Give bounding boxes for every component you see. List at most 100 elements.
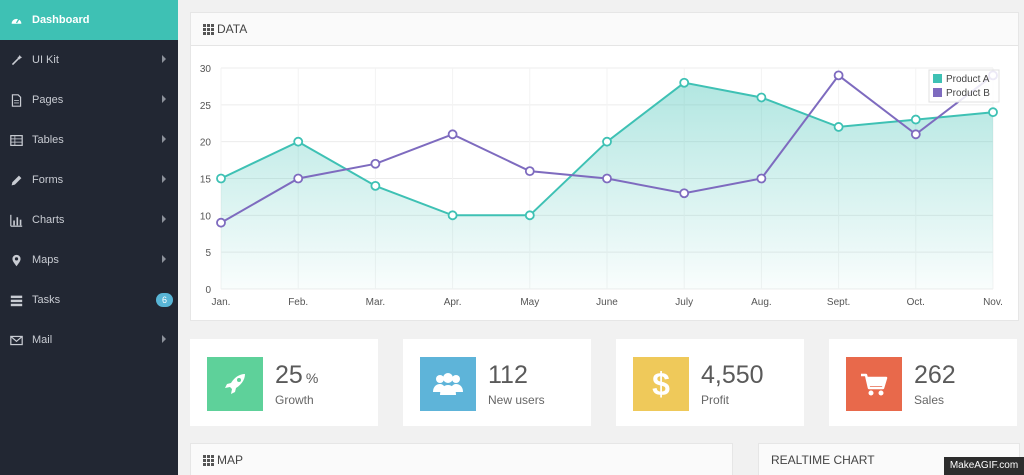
pencil-icon bbox=[8, 172, 24, 188]
data-point-series-1 bbox=[602, 136, 612, 147]
line-chart: 0 5 10 15 20 25 30 Jan. Feb. Mar. Apr. May June July A… bbox=[200, 64, 1003, 308]
sidebar-item-mail[interactable]: Mail bbox=[0, 320, 178, 360]
sidebar-item-maps[interactable]: Maps bbox=[0, 240, 178, 280]
stat-card-growth: 25% Growth bbox=[190, 339, 378, 426]
stat-unit: % bbox=[305, 370, 319, 386]
stat-card-profit: $ 4,550 Profit bbox=[616, 339, 804, 426]
sidebar-item-label: Maps bbox=[32, 254, 59, 266]
x-tick-label: Aug. bbox=[751, 297, 772, 308]
stat-icon-box: $ bbox=[633, 357, 689, 411]
users-icon bbox=[433, 373, 463, 395]
x-tick-label: Mar. bbox=[366, 297, 385, 308]
data-point-series-1 bbox=[679, 77, 690, 88]
stat-card-new-users: 112 New users bbox=[403, 339, 591, 426]
envelope-icon bbox=[8, 332, 24, 348]
rocket-icon bbox=[225, 374, 245, 394]
stat-value: 25% bbox=[275, 361, 318, 390]
sidebar-item-tasks[interactable]: Tasks 6 bbox=[0, 280, 178, 320]
data-point-series-2 bbox=[833, 70, 844, 81]
map-panel-header: MAP bbox=[191, 444, 732, 475]
sidebar-item-label: Dashboard bbox=[32, 14, 90, 26]
sidebar: Dashboard UI Kit Pages Tables Forms Char… bbox=[0, 0, 178, 475]
data-point-series-1 bbox=[988, 107, 998, 118]
tasks-count-badge: 6 bbox=[156, 293, 173, 307]
chevron-right-icon bbox=[162, 255, 166, 263]
x-tick-label: July bbox=[675, 297, 693, 308]
chevron-right-icon bbox=[162, 215, 166, 223]
y-tick-label: 30 bbox=[200, 64, 212, 75]
data-point-series-2 bbox=[447, 129, 458, 140]
stat-value: 262 bbox=[914, 361, 956, 389]
legend-label: Product B bbox=[946, 88, 990, 99]
data-point-series-2 bbox=[293, 173, 304, 184]
sidebar-item-label: Forms bbox=[32, 174, 64, 186]
x-tick-label: June bbox=[596, 297, 618, 308]
stat-value: 112 bbox=[488, 361, 528, 389]
tasks-icon bbox=[8, 292, 24, 308]
x-tick-label: Apr. bbox=[444, 297, 462, 308]
sidebar-item-label: Charts bbox=[32, 214, 65, 226]
stat-value: 4,550 bbox=[701, 361, 764, 389]
legend-swatch bbox=[933, 88, 942, 97]
sidebar-item-tables[interactable]: Tables bbox=[0, 120, 178, 160]
y-tick-label: 10 bbox=[200, 211, 212, 222]
sidebar-item-label: UI Kit bbox=[32, 54, 59, 66]
sidebar-item-pages[interactable]: Pages bbox=[0, 80, 178, 120]
sidebar-item-label: Tasks bbox=[32, 294, 61, 306]
y-tick-label: 25 bbox=[200, 101, 212, 112]
data-point-series-2 bbox=[679, 188, 690, 199]
chevron-right-icon bbox=[162, 55, 166, 63]
map-panel-title: MAP bbox=[217, 453, 244, 467]
data-point-series-2 bbox=[370, 158, 381, 169]
chevron-right-icon bbox=[162, 175, 166, 183]
data-panel-title: DATA bbox=[217, 22, 248, 36]
main-content: DATA 0 5 10 15 20 25 30 Jan. Feb. Mar. Apr. May June… bbox=[178, 0, 1024, 475]
map-marker-icon bbox=[8, 252, 24, 268]
x-tick-label: Nov. bbox=[983, 297, 1003, 308]
x-tick-label: Sept. bbox=[827, 297, 850, 308]
data-panel: DATA 0 5 10 15 20 25 30 Jan. Feb. Mar. Apr. May June… bbox=[190, 12, 1019, 321]
sidebar-item-label: Pages bbox=[32, 94, 64, 106]
chevron-right-icon bbox=[162, 95, 166, 103]
stat-icon-box bbox=[846, 357, 902, 411]
data-point-series-2 bbox=[524, 166, 535, 177]
legend-swatch bbox=[933, 74, 942, 83]
sidebar-item-charts[interactable]: Charts bbox=[0, 200, 178, 240]
legend-label: Product A bbox=[946, 74, 990, 85]
data-panel-header: DATA bbox=[191, 13, 1018, 46]
sidebar-item-dashboard[interactable]: Dashboard bbox=[0, 0, 178, 40]
data-point-series-1 bbox=[833, 122, 844, 132]
sidebar-item-ui-kit[interactable]: UI Kit bbox=[0, 40, 178, 80]
data-point-series-1 bbox=[293, 136, 304, 147]
data-point-series-2 bbox=[602, 173, 612, 184]
data-point-series-1 bbox=[216, 173, 226, 184]
stat-label: Growth bbox=[275, 393, 314, 407]
stat-label: Sales bbox=[914, 393, 945, 407]
x-tick-label: Jan. bbox=[212, 297, 231, 308]
stat-card-sales: 262 Sales bbox=[829, 339, 1017, 426]
sidebar-item-forms[interactable]: Forms bbox=[0, 160, 178, 200]
data-point-series-2 bbox=[910, 129, 921, 140]
data-point-series-1 bbox=[447, 210, 458, 221]
stat-label: New users bbox=[488, 393, 545, 407]
bar-chart-icon bbox=[8, 212, 24, 228]
y-tick-label: 0 bbox=[205, 285, 211, 296]
sidebar-item-label: Tables bbox=[32, 134, 64, 146]
data-point-series-1 bbox=[524, 210, 535, 221]
document-icon bbox=[8, 92, 24, 108]
cart-icon bbox=[861, 373, 888, 396]
watermark: MakeAGIF.com bbox=[944, 457, 1024, 475]
dollar-icon: $ bbox=[652, 365, 670, 402]
x-tick-label: May bbox=[520, 297, 539, 308]
stat-label: Profit bbox=[701, 393, 730, 407]
stat-number: 25 bbox=[275, 361, 303, 389]
dashboard-icon bbox=[8, 12, 24, 28]
y-tick-label: 20 bbox=[200, 138, 212, 149]
data-point-series-2 bbox=[756, 173, 767, 184]
grid-icon bbox=[203, 23, 214, 35]
data-point-series-1 bbox=[910, 114, 921, 125]
map-panel: MAP bbox=[190, 443, 733, 475]
stat-icon-box bbox=[420, 357, 476, 411]
y-tick-label: 15 bbox=[200, 175, 212, 186]
x-tick-label: Feb. bbox=[288, 297, 308, 308]
